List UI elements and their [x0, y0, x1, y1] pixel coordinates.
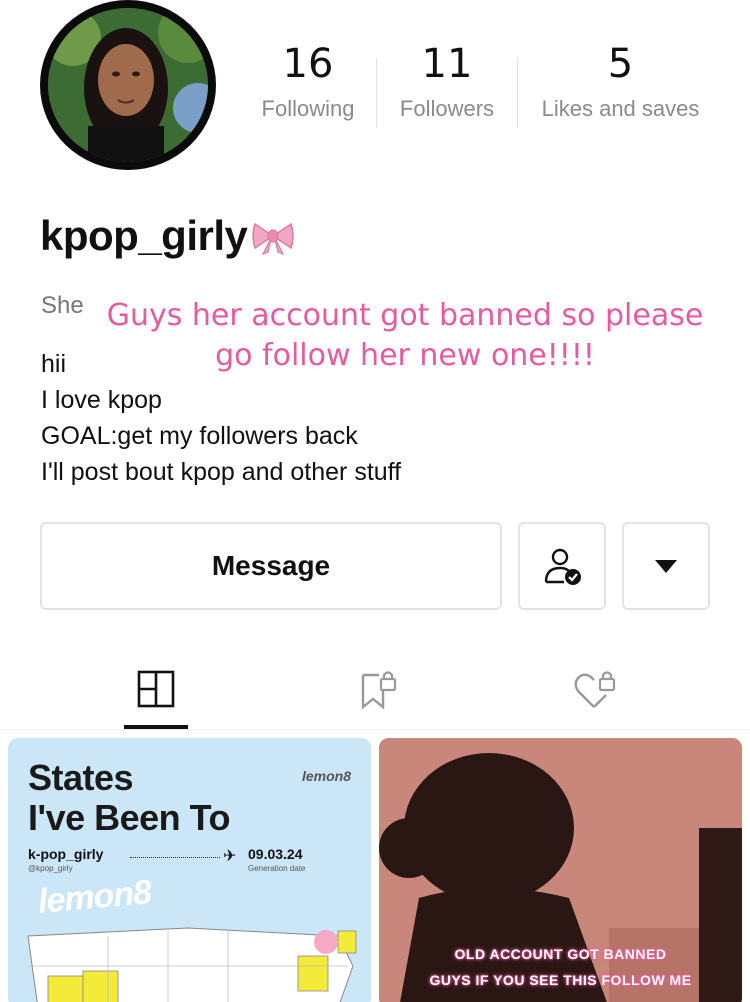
following-label: Following [261, 96, 355, 121]
post-card[interactable]: OLD ACCOUNT GOT BANNED GUYS IF YOU SEE T… [379, 738, 742, 1002]
likes-count: 5 [607, 41, 634, 87]
post-title-line: I've Been To [28, 797, 230, 838]
triangle-down-icon [655, 560, 677, 573]
tab-posts[interactable] [131, 664, 181, 714]
profile-stats: 16 Following 11 Followers 5 Likes and sa… [240, 40, 740, 130]
following-count: 16 [282, 41, 334, 87]
silhouette-image [379, 738, 742, 1002]
profile-tabs [0, 648, 750, 730]
likes-stat[interactable]: 5 Likes and saves [518, 40, 723, 130]
us-map-image [8, 916, 371, 1002]
followers-label: Followers [399, 96, 495, 121]
following-status-button[interactable] [518, 522, 606, 610]
bow-icon [252, 222, 295, 256]
post-title-line: States [28, 757, 134, 798]
tab-liked[interactable] [570, 664, 620, 714]
dotted-line [130, 857, 220, 858]
post-caption-line: OLD ACCOUNT GOT BANNED [454, 946, 667, 962]
bio-line: GOAL:get my followers back [41, 422, 358, 450]
avatar[interactable] [40, 0, 216, 170]
bio-line: I'll post bout kpop and other stuff [41, 458, 402, 486]
post-date-caption: Generation date [248, 864, 306, 873]
overlay-line-1: Guys her account got banned so please [106, 298, 704, 333]
bio: hii I love kpop GOAL:get my followers ba… [41, 346, 401, 490]
active-tab-indicator [124, 725, 188, 729]
user-check-icon [544, 548, 581, 585]
following-stat[interactable]: 16 Following [240, 40, 376, 130]
post-grid: States I've Been To lemon8 k-pop_girly @… [0, 738, 750, 1002]
locked-bookmark-icon [361, 671, 397, 710]
more-options-button[interactable] [622, 522, 710, 610]
message-button[interactable]: Message [40, 522, 502, 610]
airplane-icon: ✈ [223, 848, 237, 865]
post-handle: @kpop_girly [28, 864, 73, 873]
username-row: kpop_girly [40, 212, 297, 260]
tab-saved[interactable] [352, 664, 402, 714]
lemon8-logo: lemon8 [36, 873, 153, 921]
post-title: States I've Been To [28, 758, 230, 838]
post-card[interactable]: States I've Been To lemon8 k-pop_girly @… [8, 738, 371, 1002]
pronoun-label: She [41, 292, 84, 319]
post-date: 09.03.24 [248, 846, 303, 862]
grid-icon [137, 670, 175, 708]
bio-line: hii [41, 350, 67, 378]
brand-mark: lemon8 [301, 768, 351, 784]
locked-heart-icon [574, 671, 616, 708]
followers-count: 11 [421, 41, 473, 87]
post-user: k-pop_girly [28, 846, 104, 862]
post-caption-line: GUYS IF YOU SEE THIS FOLLOW ME [429, 972, 692, 988]
bio-line: I love kpop [41, 386, 162, 414]
username: kpop_girly [40, 212, 248, 259]
likes-label: Likes and saves [541, 96, 700, 121]
followers-stat[interactable]: 11 Followers [377, 40, 517, 130]
